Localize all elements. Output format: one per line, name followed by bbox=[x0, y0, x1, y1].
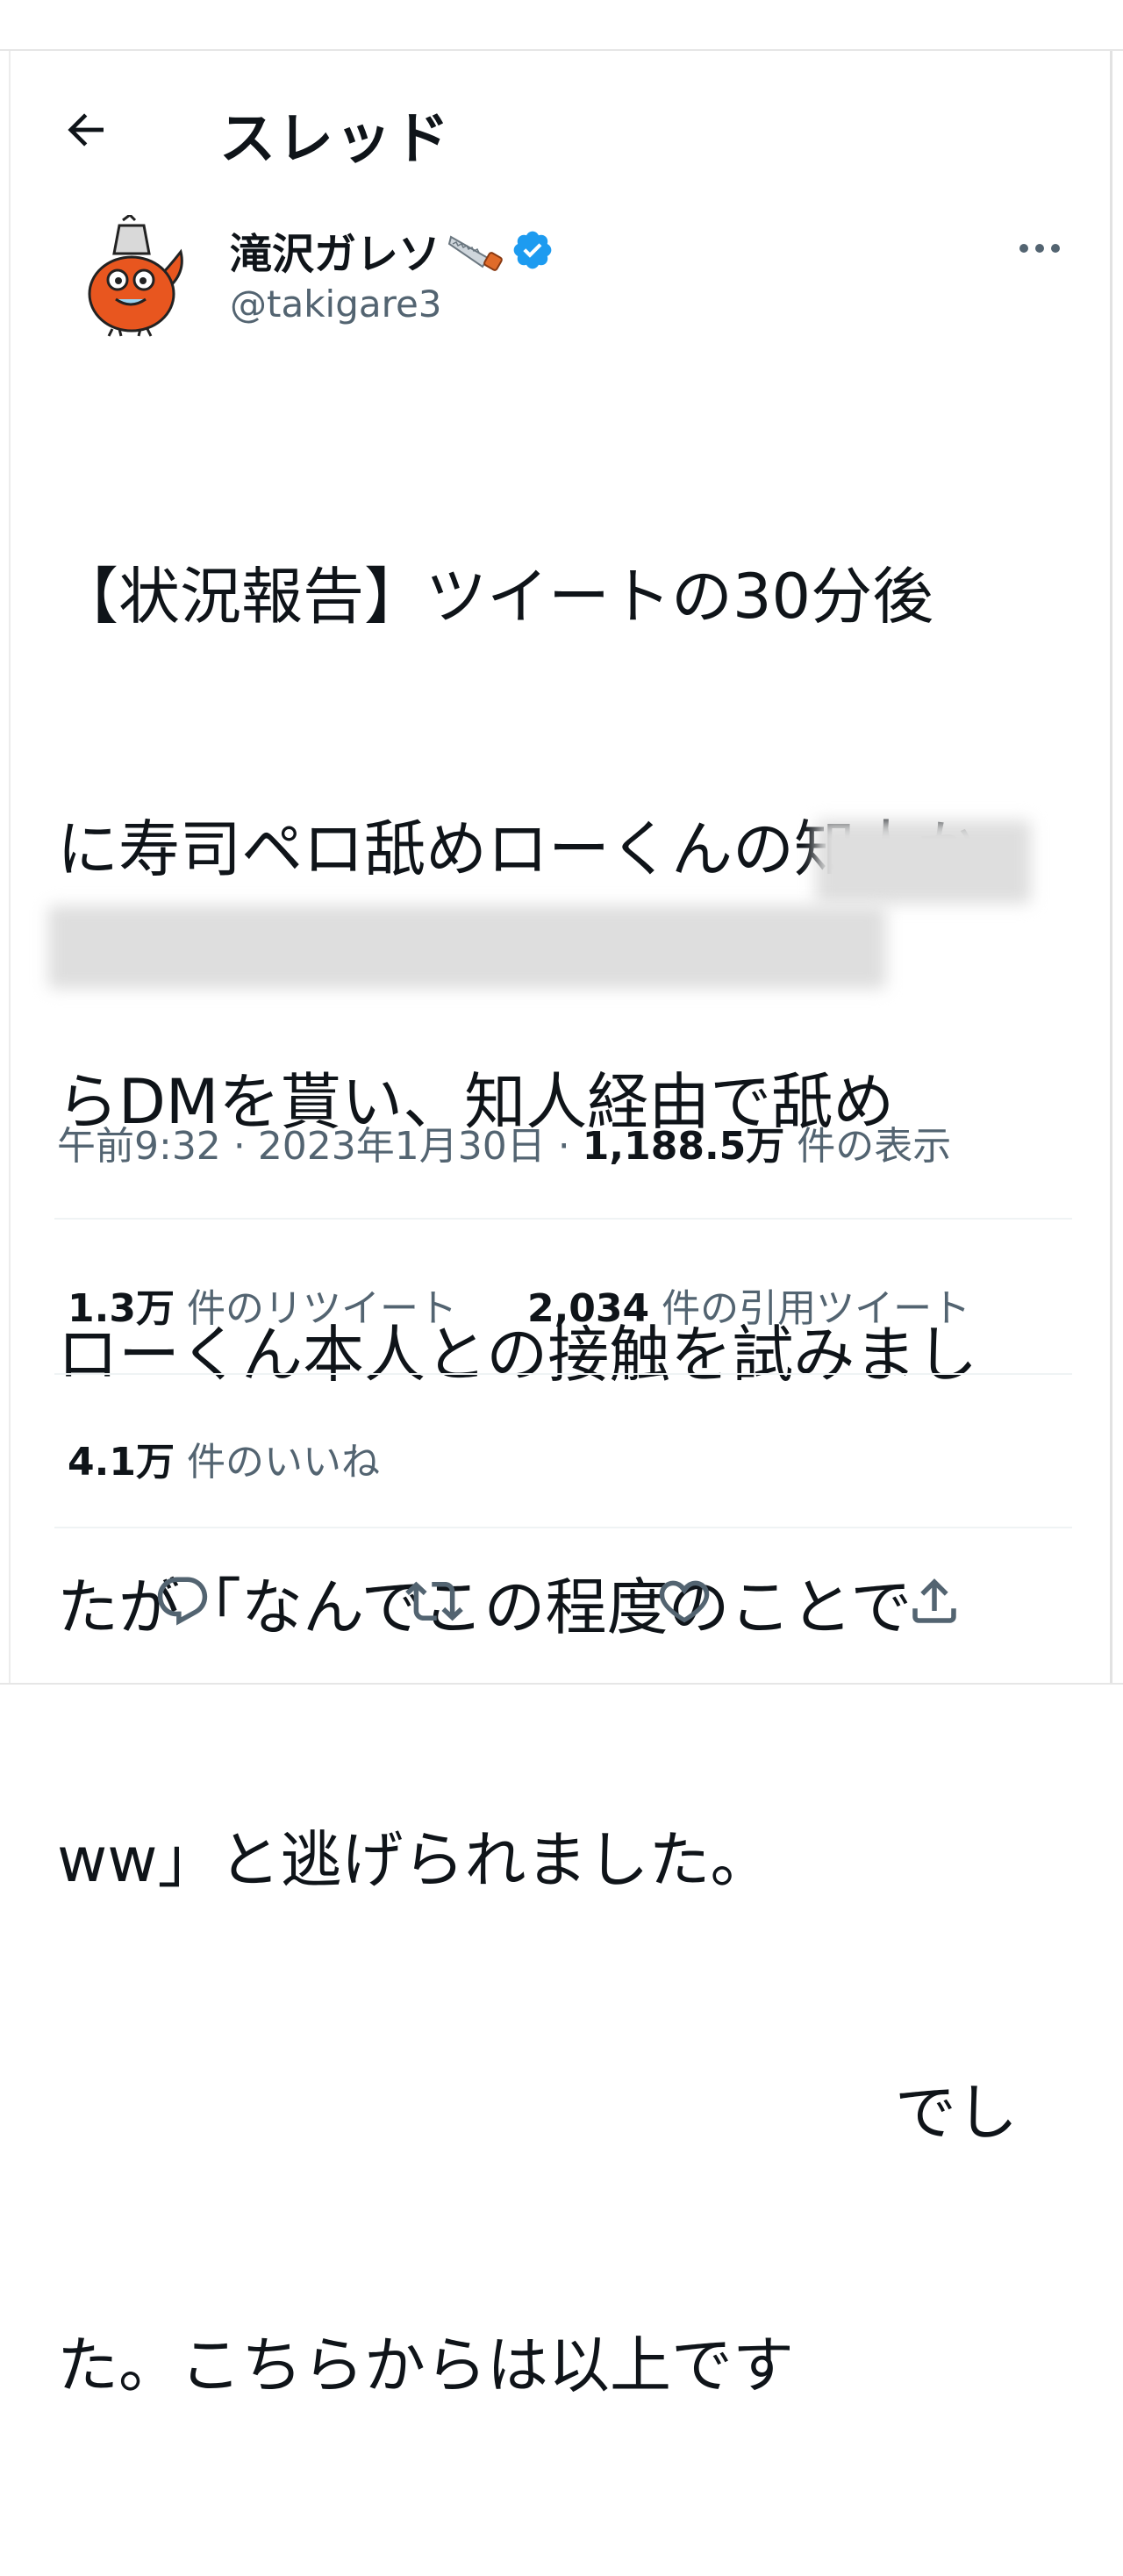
top-border bbox=[0, 49, 1123, 51]
views-count: 1,188.5万 bbox=[582, 1124, 785, 1169]
divider bbox=[54, 1218, 1072, 1220]
tweet-line: 【状況報告】ツイートの30分後 bbox=[57, 561, 934, 633]
divider bbox=[54, 1373, 1072, 1375]
tweet-date[interactable]: 2023年1月30日 bbox=[258, 1114, 546, 1170]
saw-icon bbox=[447, 235, 503, 271]
tweet-line: た。こちらからは以上です bbox=[57, 2329, 794, 2401]
tweet-time[interactable]: 午前9:32 bbox=[57, 1114, 221, 1170]
retweets-count: 1.3万 bbox=[68, 1286, 175, 1331]
likes-row: 4.1万 件のいいね bbox=[68, 1430, 380, 1486]
retweets-label: 件のリツイート bbox=[186, 1286, 457, 1331]
redacted-text-block bbox=[48, 905, 886, 989]
likes-count: 4.1万 bbox=[68, 1440, 175, 1485]
avatar[interactable] bbox=[77, 213, 191, 338]
reply-icon bbox=[157, 1577, 208, 1626]
likes-label: 件のいいね bbox=[186, 1440, 380, 1485]
orange-chainsaw-dog-avatar bbox=[88, 213, 183, 337]
meta-separator: · bbox=[232, 1124, 246, 1169]
divider bbox=[54, 1527, 1072, 1528]
like-button[interactable] bbox=[649, 1566, 719, 1636]
retweets-stat[interactable]: 1.3万 件のリツイート bbox=[68, 1277, 457, 1333]
tweet-line: ww」と逃げられました。 bbox=[57, 1824, 772, 1896]
verified-badge-icon bbox=[513, 231, 552, 269]
author-name-text: 滝沢ガレソ bbox=[230, 230, 441, 279]
right-border bbox=[1110, 51, 1112, 1683]
quotes-label: 件の引用ツイート bbox=[662, 1286, 971, 1331]
likes-stat[interactable]: 4.1万 件のいいね bbox=[68, 1430, 380, 1486]
reply-button[interactable] bbox=[147, 1566, 218, 1636]
back-button[interactable] bbox=[54, 99, 116, 161]
author-name[interactable]: 滝沢ガレソ bbox=[230, 219, 554, 281]
retweet-button[interactable] bbox=[399, 1566, 469, 1636]
arrow-left-icon bbox=[68, 113, 104, 147]
quotes-stat[interactable]: 2,034 件の引用ツイート bbox=[527, 1277, 970, 1333]
tweet-thread-frame: スレッド 滝沢ガレソ @takigare3 【状況報告】ツイートの30分後 に寿… bbox=[0, 0, 1123, 2401]
left-border bbox=[9, 51, 11, 1683]
share-button[interactable] bbox=[899, 1566, 969, 1636]
tweet-meta: 午前9:32 · 2023年1月30日 · 1,188.5万 件の表示 bbox=[57, 1114, 951, 1170]
share-icon bbox=[912, 1578, 956, 1623]
stats-row: 1.3万 件のリツイート 2,034 件の引用ツイート bbox=[68, 1277, 970, 1333]
retweet-icon bbox=[405, 1581, 463, 1621]
page-title: スレッド bbox=[219, 107, 451, 172]
tweet-line: でし bbox=[895, 2077, 1018, 2149]
like-icon bbox=[659, 1580, 710, 1623]
thread-header: スレッド bbox=[0, 83, 1105, 172]
tweet-actions bbox=[0, 1566, 1123, 1636]
meta-separator: · bbox=[557, 1124, 570, 1169]
more-horizontal-icon bbox=[1019, 244, 1060, 253]
author-handle[interactable]: @takigare3 bbox=[230, 283, 442, 326]
redacted-text-block bbox=[816, 820, 1031, 904]
quotes-count: 2,034 bbox=[526, 1286, 650, 1331]
more-options-button[interactable] bbox=[1009, 226, 1070, 270]
views-label: 件の表示 bbox=[797, 1124, 952, 1169]
